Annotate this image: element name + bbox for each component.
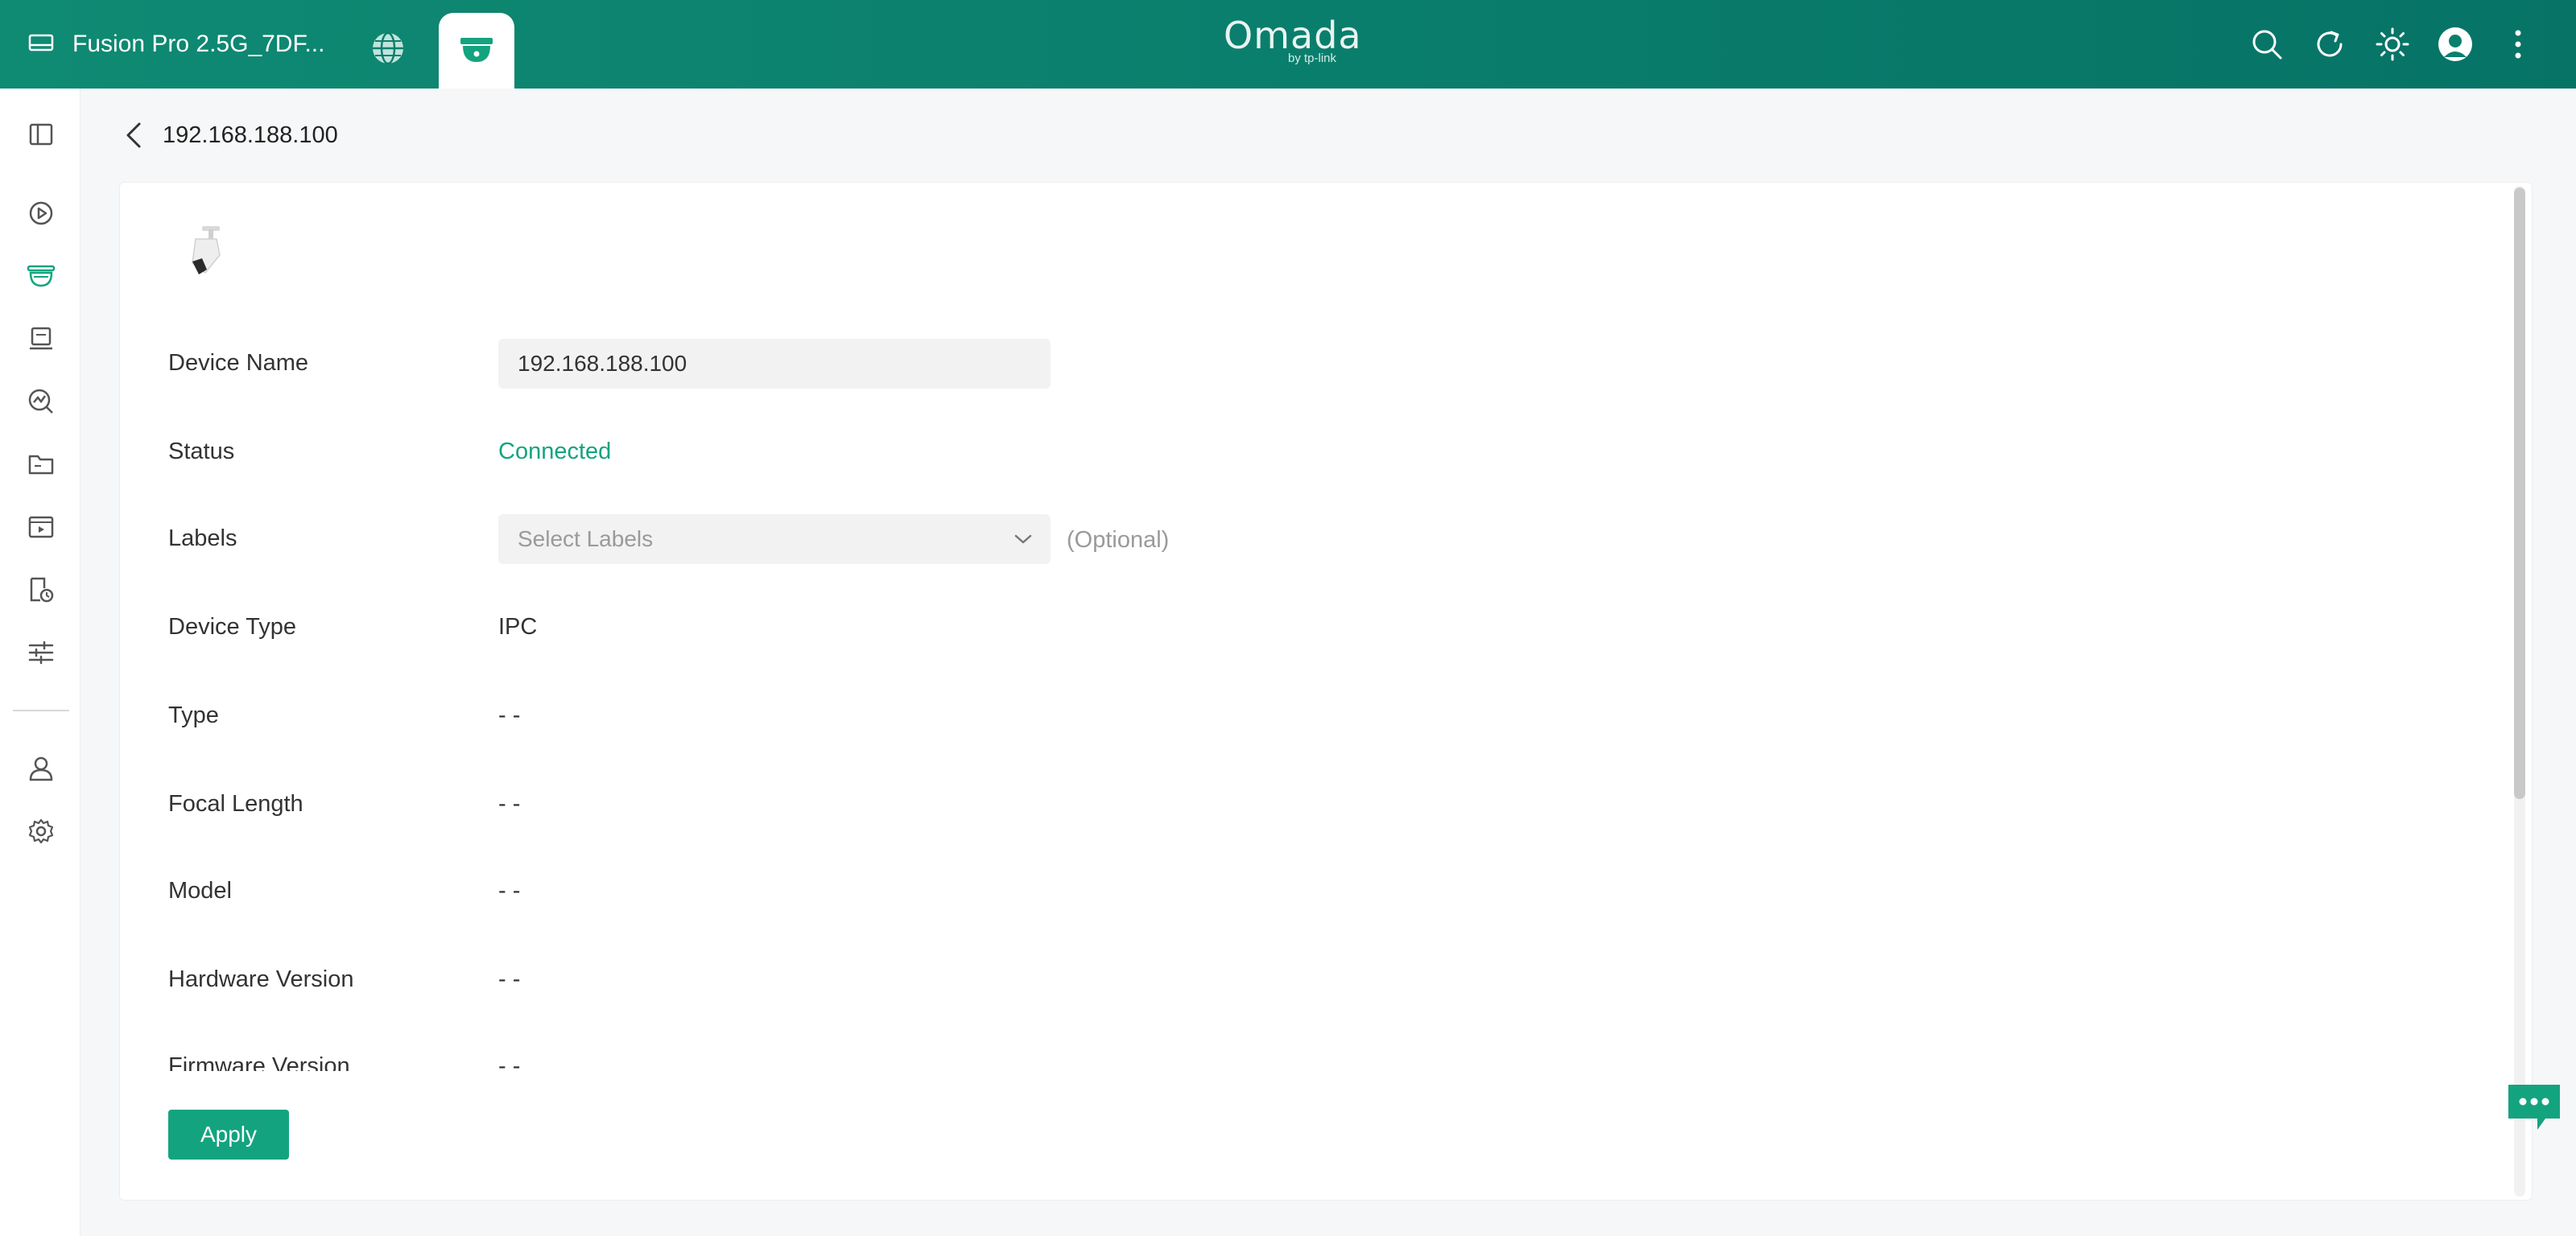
devices-icon (30, 327, 52, 350)
sidebar-item-account[interactable] (21, 748, 61, 789)
sidebar-item-adjust[interactable] (21, 632, 61, 673)
device-detail-panel: Device Name 192.168.188.100 Status Conne… (119, 182, 2533, 1201)
collapse-sidebar-icon (29, 123, 53, 146)
playback-icon (29, 201, 53, 225)
device-type-label: Device Type (168, 614, 297, 640)
firmware-version-value: - - (498, 1053, 521, 1071)
model-label: Model (168, 878, 232, 904)
device-type-row: Device Type IPC (168, 601, 1376, 653)
device-type-value: IPC (498, 614, 538, 640)
focal-length-value: - - (498, 791, 521, 817)
sidebar-item-media[interactable] (21, 507, 61, 547)
device-name-label: Device Name (168, 350, 309, 376)
sidebar-collapse-button[interactable] (21, 114, 61, 154)
sidebar-item-devices[interactable] (21, 319, 61, 359)
hardware-version-row: Hardware Version - - (168, 954, 1376, 1005)
status-label: Status (168, 439, 235, 464)
labels-row: Labels Select Labels (Optional) (168, 513, 1376, 564)
firmware-version-label: Firmware Version (168, 1053, 350, 1071)
labels-optional-hint: (Optional) (1067, 527, 1170, 553)
hardware-version-label: Hardware Version (168, 966, 354, 992)
camera-device-image (181, 223, 234, 276)
sidebar-item-settings[interactable] (21, 811, 61, 851)
type-value: - - (498, 702, 521, 728)
logs-icon (30, 577, 54, 603)
more-vertical-icon (2515, 30, 2521, 59)
chevron-down-icon (1014, 534, 1032, 544)
media-icon (28, 516, 54, 538)
sidebar-divider (13, 710, 69, 711)
sidebar (0, 89, 80, 1236)
firmware-version-row: Firmware Version - - (168, 1040, 1376, 1071)
scrollbar-thumb[interactable] (2514, 187, 2525, 799)
tab-network[interactable] (367, 27, 409, 69)
device-name-row: Device Name 192.168.188.100 (168, 337, 1376, 389)
type-row: Type - - (168, 690, 1376, 741)
chevron-left-icon (126, 122, 141, 148)
labels-label: Labels (168, 525, 237, 551)
sidebar-item-playback[interactable] (21, 193, 61, 233)
theme-sun-icon (2376, 27, 2409, 61)
sidebar-item-files[interactable] (21, 444, 61, 484)
sidebar-item-logs[interactable] (21, 570, 61, 610)
model-row: Model - - (168, 865, 1376, 917)
labels-select[interactable]: Select Labels (498, 514, 1051, 564)
device-name-input[interactable]: 192.168.188.100 (498, 339, 1051, 389)
chat-icon (2508, 1085, 2560, 1130)
hardware-version-value: - - (498, 966, 521, 992)
server-icon (27, 31, 55, 59)
search-button[interactable] (2248, 25, 2286, 64)
omada-logo: Omada by tp-link (1224, 14, 1362, 65)
focal-length-label: Focal Length (168, 791, 303, 817)
account-icon (29, 756, 53, 781)
model-value: - - (498, 878, 521, 904)
page-title: 192.168.188.100 (163, 122, 338, 148)
status-row: Status Connected (168, 426, 1376, 477)
labels-placeholder: Select Labels (518, 526, 654, 551)
surveillance-icon (27, 265, 56, 287)
theme-toggle[interactable] (2373, 25, 2412, 64)
breadcrumb: 192.168.188.100 (119, 116, 338, 154)
search-icon (2252, 30, 2282, 60)
globe-icon (373, 31, 403, 65)
refresh-icon (2317, 31, 2343, 57)
sidebar-item-analytics[interactable] (21, 381, 61, 422)
avatar[interactable] (2436, 25, 2475, 64)
top-bar: Fusion Pro 2.5G_7DF... Omada by tp-link (0, 0, 2576, 89)
files-icon (28, 455, 54, 475)
status-value: Connected (498, 439, 612, 464)
type-label: Type (168, 702, 219, 728)
adjust-icon (28, 641, 54, 665)
apply-button[interactable]: Apply (168, 1110, 289, 1160)
focal-length-row: Focal Length - - (168, 778, 1376, 830)
more-menu-button[interactable] (2499, 25, 2537, 64)
analytics-icon (28, 389, 53, 414)
sidebar-item-surveillance[interactable] (21, 256, 61, 296)
tab-surveillance[interactable] (439, 13, 514, 89)
device-selector[interactable]: Fusion Pro 2.5G_7DF... (27, 24, 324, 64)
chat-support-button[interactable] (2505, 1080, 2563, 1138)
refresh-button[interactable] (2310, 25, 2349, 64)
camera-tab-icon (460, 38, 493, 62)
settings-icon (28, 818, 54, 844)
scrollbar[interactable] (2514, 186, 2525, 1197)
back-button[interactable] (119, 119, 148, 151)
device-name: Fusion Pro 2.5G_7DF... (72, 31, 325, 57)
